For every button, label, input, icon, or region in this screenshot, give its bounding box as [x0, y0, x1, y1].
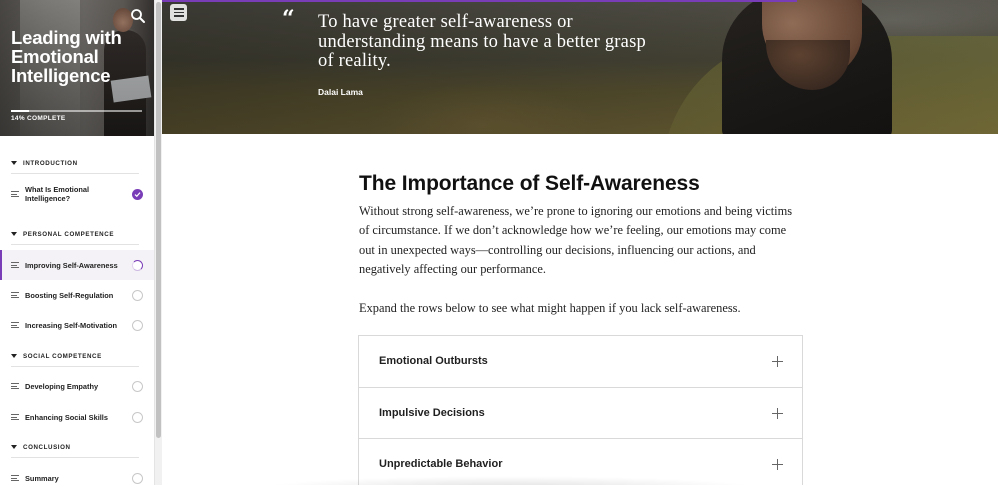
empty-circle-icon [132, 289, 143, 301]
lesson-lines-icon [11, 191, 19, 197]
empty-circle-icon [132, 319, 143, 331]
course-title: Leading with Emotional Intelligence [11, 27, 122, 86]
check-circle-icon [132, 188, 143, 200]
caret-down-icon [11, 445, 17, 449]
accordion-item-title: Emotional Outbursts [379, 355, 488, 368]
sidebar-item-summary[interactable]: Summary [0, 463, 154, 485]
caret-down-icon [11, 232, 17, 236]
course-progress-bar [11, 110, 142, 112]
empty-circle-icon [132, 411, 143, 423]
lesson-lines-icon [11, 414, 19, 420]
search-icon [131, 9, 145, 23]
quote-mark-icon: “ [282, 6, 295, 32]
lesson-title: Enhancing Social Skills [25, 412, 108, 422]
lesson-progress-line [162, 0, 797, 2]
lesson-lines-icon [11, 262, 19, 268]
accordion-item-title: Unpredictable Behavior [379, 458, 503, 471]
lesson-title: What Is Emotional Intelligence? [25, 185, 90, 203]
section-header-social-competence[interactable]: SOCIAL COMPETENCE [0, 344, 154, 368]
section-header-personal-competence[interactable]: PERSONAL COMPETENCE [0, 222, 154, 246]
course-sidebar: Leading with Emotional Intelligence 14% … [0, 0, 154, 485]
floating-bar-shadow [260, 476, 760, 485]
course-progress-label: 14% COMPLETE [11, 115, 66, 122]
section-title: CONCLUSION [23, 443, 71, 451]
quote-author: Dalai Lama [318, 87, 363, 97]
section-divider [11, 366, 139, 367]
lesson-paragraph: Without strong self-awareness, we’re pro… [359, 204, 793, 277]
plus-icon[interactable] [772, 356, 783, 367]
lesson-lines-icon [11, 292, 19, 298]
lesson-lines-icon [11, 383, 19, 389]
empty-circle-icon [132, 472, 143, 484]
section-title: PERSONAL COMPETENCE [23, 230, 115, 238]
section-divider [11, 244, 139, 245]
lesson-title: Summary [25, 473, 59, 483]
sidebar-item-what-is-emotional-intelligence[interactable]: What Is Emotional Intelligence? [0, 179, 154, 209]
course-progress-fill [11, 110, 30, 112]
section-title: INTRODUCTION [23, 159, 78, 167]
lesson-lines-icon [11, 475, 19, 481]
section-divider [11, 457, 139, 458]
lesson-heading: The Importance of Self-Awareness [359, 172, 700, 195]
course-hero-image: Leading with Emotional Intelligence 14% … [0, 0, 154, 136]
lesson-title: Developing Empathy [25, 381, 99, 391]
accordion: Emotional Outbursts Impulsive Decisions … [358, 335, 803, 485]
lesson-title: Improving Self-Awareness [25, 260, 118, 270]
hamburger-menu-button[interactable] [170, 4, 187, 21]
hamburger-menu-icon [173, 8, 184, 10]
in-progress-circle-icon [132, 259, 143, 271]
sidebar-item-increasing-self-motivation[interactable]: Increasing Self-Motivation [0, 310, 154, 340]
empty-circle-icon [132, 380, 143, 392]
caret-down-icon [11, 161, 17, 165]
lesson-title: Increasing Self-Motivation [25, 320, 117, 330]
sidebar-item-developing-empathy[interactable]: Developing Empathy [0, 371, 154, 401]
search-button[interactable] [130, 8, 146, 24]
section-divider [11, 173, 139, 174]
caret-down-icon [11, 354, 17, 358]
section-header-conclusion[interactable]: CONCLUSION [0, 435, 154, 459]
sidebar-item-boosting-self-regulation[interactable]: Boosting Self-Regulation [0, 280, 154, 310]
sidebar-scrollbar-thumb[interactable] [156, 2, 161, 438]
sidebar-item-enhancing-social-skills[interactable]: Enhancing Social Skills [0, 402, 154, 432]
quote-text: To have greater self-awareness or unders… [318, 12, 646, 72]
sidebar-scrollbar[interactable] [154, 0, 162, 485]
plus-icon[interactable] [772, 459, 783, 470]
accordion-item-impulsive-decisions[interactable]: Impulsive Decisions [359, 387, 802, 439]
sidebar-item-improving-self-awareness[interactable]: Improving Self-Awareness [0, 250, 154, 280]
section-header-introduction[interactable]: INTRODUCTION [0, 151, 154, 175]
lesson-lines-icon [11, 322, 19, 328]
accordion-item-title: Impulsive Decisions [379, 406, 485, 419]
plus-icon[interactable] [772, 407, 783, 419]
accordion-item-emotional-outbursts[interactable]: Emotional Outbursts [359, 336, 802, 388]
section-title: SOCIAL COMPETENCE [23, 352, 102, 360]
lesson-instruction: Expand the rows below to see what might … [359, 301, 741, 315]
lesson-title: Boosting Self-Regulation [25, 290, 114, 300]
